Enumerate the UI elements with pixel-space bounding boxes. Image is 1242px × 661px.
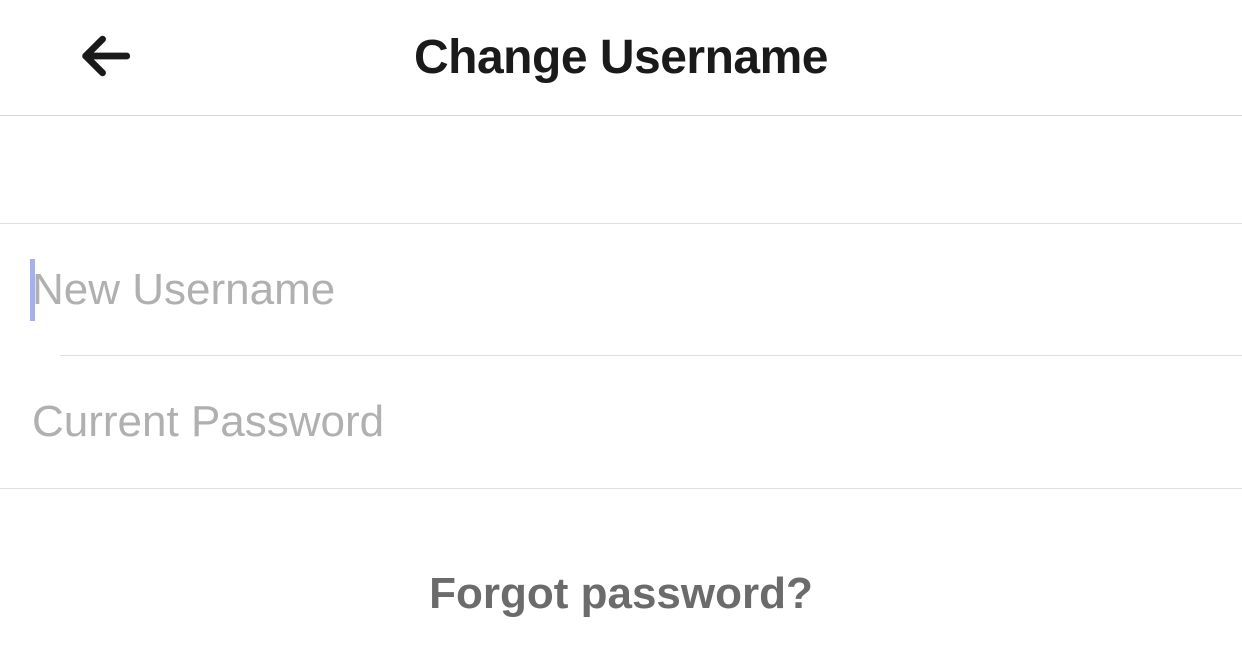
back-button[interactable] bbox=[70, 23, 140, 93]
form-section bbox=[0, 224, 1242, 489]
page-title: Change Username bbox=[0, 30, 1242, 85]
text-caret bbox=[30, 259, 35, 321]
current-password-input[interactable] bbox=[32, 397, 1242, 447]
password-row bbox=[0, 356, 1242, 488]
new-username-input[interactable] bbox=[32, 265, 1242, 315]
username-row bbox=[0, 224, 1242, 356]
header-bar: Change Username bbox=[0, 0, 1242, 116]
forgot-password-link[interactable]: Forgot password? bbox=[0, 489, 1242, 619]
arrow-left-icon bbox=[76, 27, 134, 88]
spacer bbox=[0, 116, 1242, 224]
